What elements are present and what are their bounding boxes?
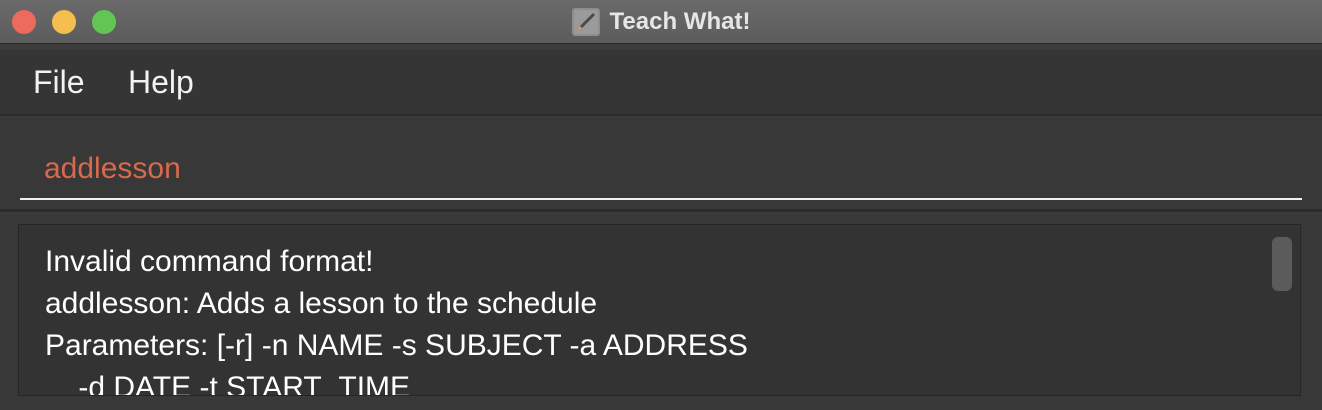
result-line: Parameters: [-r] -n NAME -s SUBJECT -a A…	[45, 329, 748, 362]
window-title: Teach What!	[609, 8, 751, 35]
command-box	[0, 118, 1322, 212]
menu-bar: File Help	[0, 50, 1322, 116]
app-window: Teach What! File Help Invalid command fo…	[0, 0, 1322, 410]
result-display[interactable]: Invalid command format! addlesson: Adds …	[18, 224, 1301, 396]
title-container: Teach What!	[0, 0, 1322, 44]
command-input[interactable]	[20, 140, 1302, 200]
result-line: addlesson: Adds a lesson to the schedule	[45, 287, 598, 320]
menu-help[interactable]: Help	[128, 64, 194, 101]
title-bar: Teach What!	[0, 0, 1322, 44]
result-scrollbar[interactable]	[1272, 237, 1292, 291]
result-line: -d DATE -t START_TIME	[45, 371, 411, 396]
menu-file[interactable]: File	[33, 64, 85, 101]
result-display-container: Invalid command format! addlesson: Adds …	[0, 214, 1322, 410]
app-notepad-icon	[571, 8, 600, 36]
result-line: Invalid command format!	[45, 245, 374, 278]
